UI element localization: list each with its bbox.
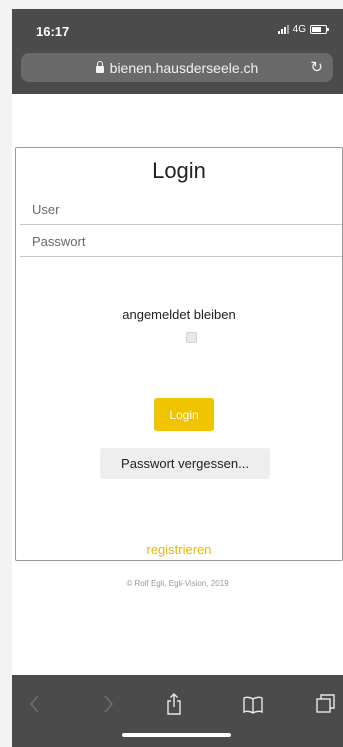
phone-screen: 16:17 4G bienen.hausderseele.ch ↻ Login … [12, 9, 343, 747]
url-display[interactable]: bienen.hausderseele.ch [21, 60, 333, 76]
remember-checkbox[interactable] [186, 332, 197, 343]
signal-icon [277, 25, 289, 34]
password-input[interactable] [20, 227, 342, 256]
bookmarks-icon[interactable] [242, 693, 264, 715]
status-bar: 16:17 4G [12, 9, 343, 45]
status-time: 16:17 [36, 24, 70, 39]
address-bar[interactable]: bienen.hausderseele.ch ↻ [21, 53, 333, 82]
battery-icon [310, 25, 329, 34]
back-icon[interactable] [29, 693, 41, 715]
password-field[interactable] [20, 227, 342, 257]
network-type: 4G [292, 24, 306, 35]
user-field[interactable] [20, 195, 342, 225]
page-title: Login [152, 158, 206, 183]
copyright-text: © Rolf Egli, Egli-Vision, 2019 [126, 579, 229, 588]
login-card: Login angemeldet bleiben Login Passwort … [15, 147, 343, 561]
home-indicator [122, 733, 231, 737]
register-link[interactable]: registrieren [16, 542, 342, 557]
remember-label: angemeldet bleiben [122, 307, 236, 322]
forward-icon[interactable] [102, 693, 114, 715]
tabs-icon[interactable] [315, 693, 337, 715]
login-button[interactable]: Login [154, 398, 214, 431]
reload-icon[interactable]: ↻ [310, 58, 323, 76]
status-indicators: 4G [277, 24, 329, 35]
browser-toolbar [12, 675, 343, 747]
forgot-password-button[interactable]: Passwort vergessen... [100, 448, 270, 479]
user-input[interactable] [20, 195, 342, 224]
share-icon[interactable] [165, 693, 183, 715]
url-text: bienen.hausderseele.ch [109, 60, 259, 76]
browser-header: 16:17 4G bienen.hausderseele.ch ↻ [12, 9, 343, 94]
lock-icon [95, 61, 104, 73]
